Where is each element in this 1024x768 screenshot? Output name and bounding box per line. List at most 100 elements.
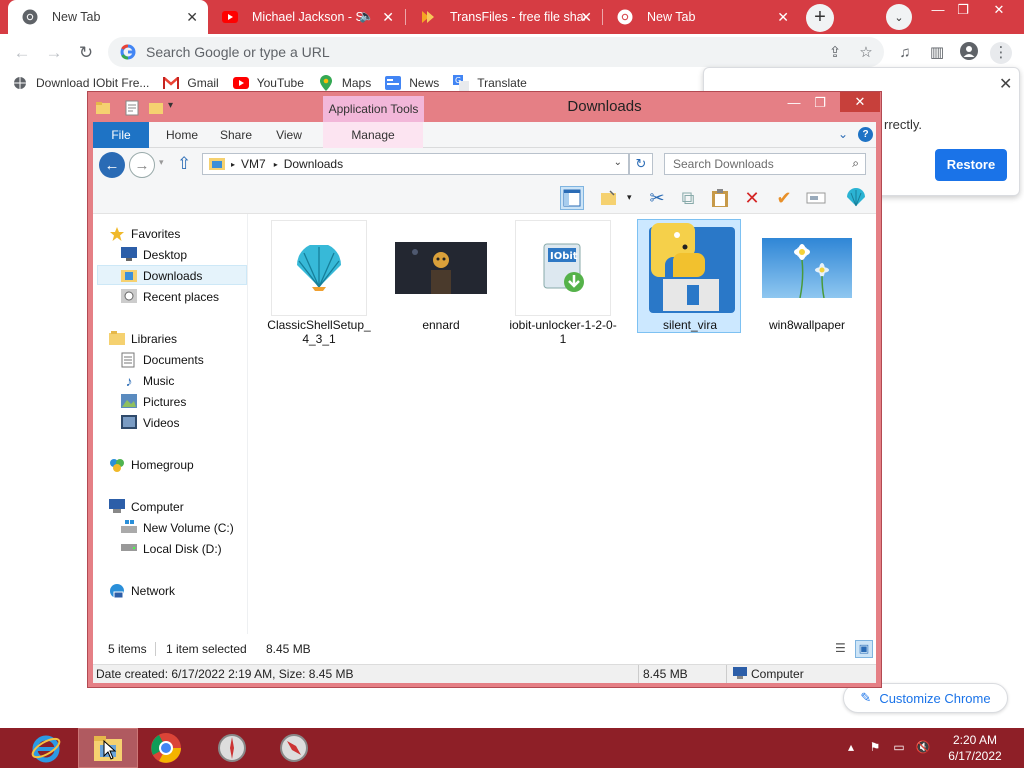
minimize-icon[interactable]: — bbox=[925, 0, 951, 20]
tab-new-tab-2[interactable]: New Tab ✕ bbox=[603, 0, 799, 34]
tab-close-icon[interactable]: ✕ bbox=[777, 9, 789, 25]
forward-arrow-icon[interactable]: → bbox=[43, 42, 65, 64]
preview-pane-icon[interactable] bbox=[560, 186, 584, 210]
refresh-icon[interactable]: ↻ bbox=[629, 153, 653, 175]
kebab-menu-icon[interactable]: ⋮ bbox=[990, 42, 1012, 64]
cut-icon[interactable]: ✂ bbox=[645, 186, 669, 210]
file-item[interactable]: ClassicShellSetup_4_3_1 bbox=[267, 220, 371, 346]
file-item[interactable]: IObit iobit-unlocker-1-2-0-1 bbox=[509, 220, 617, 346]
nav-network[interactable]: Network bbox=[109, 581, 175, 601]
nav-downloads[interactable]: Downloads bbox=[121, 266, 202, 286]
nav-label: New Volume (C:) bbox=[143, 521, 234, 535]
nav-computer[interactable]: Computer bbox=[109, 497, 184, 517]
bookmark-maps[interactable]: Maps bbox=[318, 75, 371, 91]
maps-icon bbox=[318, 75, 334, 91]
paste-icon[interactable] bbox=[708, 186, 732, 210]
nav-documents[interactable]: Documents bbox=[121, 350, 204, 370]
tab-home[interactable]: Home bbox=[157, 122, 207, 148]
divider bbox=[726, 665, 727, 683]
search-input[interactable]: Search Downloads ⌕ bbox=[664, 153, 866, 175]
media-control-icon[interactable]: ♫ bbox=[894, 42, 916, 64]
nav-desktop[interactable]: Desktop bbox=[121, 245, 187, 265]
nav-music[interactable]: ♪ Music bbox=[121, 371, 175, 391]
bookmark-iobit[interactable]: Download IObit Fre... bbox=[12, 75, 149, 91]
tab-close-icon[interactable]: ✕ bbox=[186, 9, 198, 25]
chrome-icon[interactable] bbox=[136, 728, 196, 768]
internet-explorer-icon[interactable] bbox=[16, 728, 76, 768]
compass-app-icon-2[interactable] bbox=[264, 728, 324, 768]
address-bar[interactable]: ▸ VM7 ▸ Downloads ⌄ bbox=[202, 153, 629, 175]
tab-manage[interactable]: Manage bbox=[323, 122, 423, 148]
breadcrumb-downloads[interactable]: Downloads bbox=[284, 157, 343, 171]
share-icon[interactable]: ⇪ bbox=[824, 42, 846, 64]
tab-search-button[interactable]: ⌄ bbox=[886, 4, 912, 30]
omnibox[interactable]: Search Google or type a URL bbox=[108, 37, 884, 67]
copy-icon[interactable]: ⧉ bbox=[676, 186, 700, 210]
show-hidden-icons-icon[interactable]: ▴ bbox=[843, 740, 859, 756]
profile-icon[interactable] bbox=[958, 42, 980, 64]
audio-playing-icon[interactable]: 🔈 bbox=[359, 9, 374, 23]
forward-arrow-icon[interactable]: → bbox=[129, 152, 155, 178]
minimize-icon[interactable]: — bbox=[781, 94, 807, 112]
close-icon[interactable]: ✕ bbox=[999, 74, 1012, 94]
action-center-icon[interactable]: ⚑ bbox=[867, 740, 883, 756]
restore-button[interactable]: Restore bbox=[935, 149, 1007, 181]
checkmark-icon[interactable]: ✔ bbox=[772, 186, 796, 210]
delete-icon[interactable]: ✕ bbox=[740, 186, 764, 210]
tab-close-icon[interactable]: ✕ bbox=[382, 9, 394, 25]
nav-pictures[interactable]: Pictures bbox=[121, 392, 186, 412]
system-clock[interactable]: 2:20 AM 6/17/2022 bbox=[930, 732, 1020, 764]
maximize-icon[interactable]: ❐ bbox=[807, 94, 833, 112]
details-view-icon[interactable]: ☰ bbox=[835, 641, 851, 657]
help-icon[interactable]: ? bbox=[858, 127, 873, 142]
breadcrumb-vm7[interactable]: VM7 bbox=[241, 157, 266, 171]
explorer-window: ▾ Application Tools Downloads — ❐ ✕ File… bbox=[87, 91, 882, 688]
nav-drive-d[interactable]: Local Disk (D:) bbox=[121, 539, 222, 559]
tab-share[interactable]: Share bbox=[213, 122, 259, 148]
bookmark-translate[interactable]: G Translate bbox=[453, 75, 527, 91]
back-arrow-icon[interactable]: ← bbox=[99, 152, 125, 178]
taskbar: ▴ ⚑ ▭ 🔇 2:20 AM 6/17/2022 bbox=[0, 728, 1024, 768]
network-status-icon[interactable]: ▭ bbox=[891, 740, 907, 756]
classic-shell-icon[interactable] bbox=[844, 186, 868, 210]
bookmark-gmail[interactable]: Gmail bbox=[163, 75, 219, 91]
dropdown-icon[interactable]: ▾ bbox=[627, 192, 632, 203]
close-window-icon[interactable]: ✕ bbox=[986, 0, 1012, 20]
bookmark-star-icon[interactable]: ☆ bbox=[855, 42, 877, 64]
new-tab-button[interactable]: + bbox=[806, 4, 834, 32]
side-panel-icon[interactable]: ▥ bbox=[926, 42, 948, 64]
large-icons-view-icon[interactable]: ▣ bbox=[855, 640, 873, 658]
tab-transfiles[interactable]: TransFiles - free file shari ✕ bbox=[406, 0, 602, 34]
compass-app-icon[interactable] bbox=[202, 728, 262, 768]
back-arrow-icon[interactable]: ← bbox=[11, 42, 33, 64]
tab-michael-jackson[interactable]: Michael Jackson - Sn 🔈 ✕ bbox=[208, 0, 404, 34]
libraries-icon bbox=[109, 331, 125, 347]
tab-new-tab[interactable]: New Tab ✕ bbox=[8, 0, 208, 34]
tab-close-icon[interactable]: ✕ bbox=[580, 9, 592, 25]
file-item[interactable]: ennard bbox=[393, 220, 489, 340]
nav-drive-c[interactable]: New Volume (C:) bbox=[121, 518, 234, 538]
tab-view[interactable]: View bbox=[267, 122, 311, 148]
up-arrow-icon[interactable]: ⇧ bbox=[177, 154, 191, 174]
google-icon bbox=[120, 44, 136, 60]
expand-ribbon-icon[interactable]: ⌄ bbox=[838, 127, 848, 141]
folder-options-icon[interactable] bbox=[598, 186, 622, 210]
bookmark-youtube[interactable]: YouTube bbox=[232, 75, 304, 91]
volume-muted-icon[interactable]: 🔇 bbox=[915, 740, 931, 756]
nav-recent-places[interactable]: Recent places bbox=[121, 287, 219, 307]
tab-file[interactable]: File bbox=[93, 122, 149, 148]
nav-favorites[interactable]: Favorites bbox=[109, 224, 180, 244]
chevron-down-icon[interactable]: ⌄ bbox=[614, 157, 622, 168]
nav-videos[interactable]: Videos bbox=[121, 413, 179, 433]
reload-icon[interactable]: ↻ bbox=[75, 42, 97, 64]
nav-libraries[interactable]: Libraries bbox=[109, 329, 177, 349]
file-item-selected[interactable]: silent_vira bbox=[637, 219, 741, 333]
file-item[interactable]: win8wallpaper bbox=[759, 220, 855, 340]
bookmark-news[interactable]: News bbox=[385, 75, 439, 91]
close-window-icon[interactable]: ✕ bbox=[840, 92, 880, 112]
explorer-title-bar[interactable]: ▾ Application Tools Downloads — ❐ ✕ bbox=[88, 92, 881, 122]
restore-window-icon[interactable]: ❐ bbox=[950, 0, 976, 20]
recent-locations-icon[interactable]: ▾ bbox=[159, 157, 164, 168]
rename-icon[interactable] bbox=[804, 186, 828, 210]
nav-homegroup[interactable]: Homegroup bbox=[109, 455, 194, 475]
